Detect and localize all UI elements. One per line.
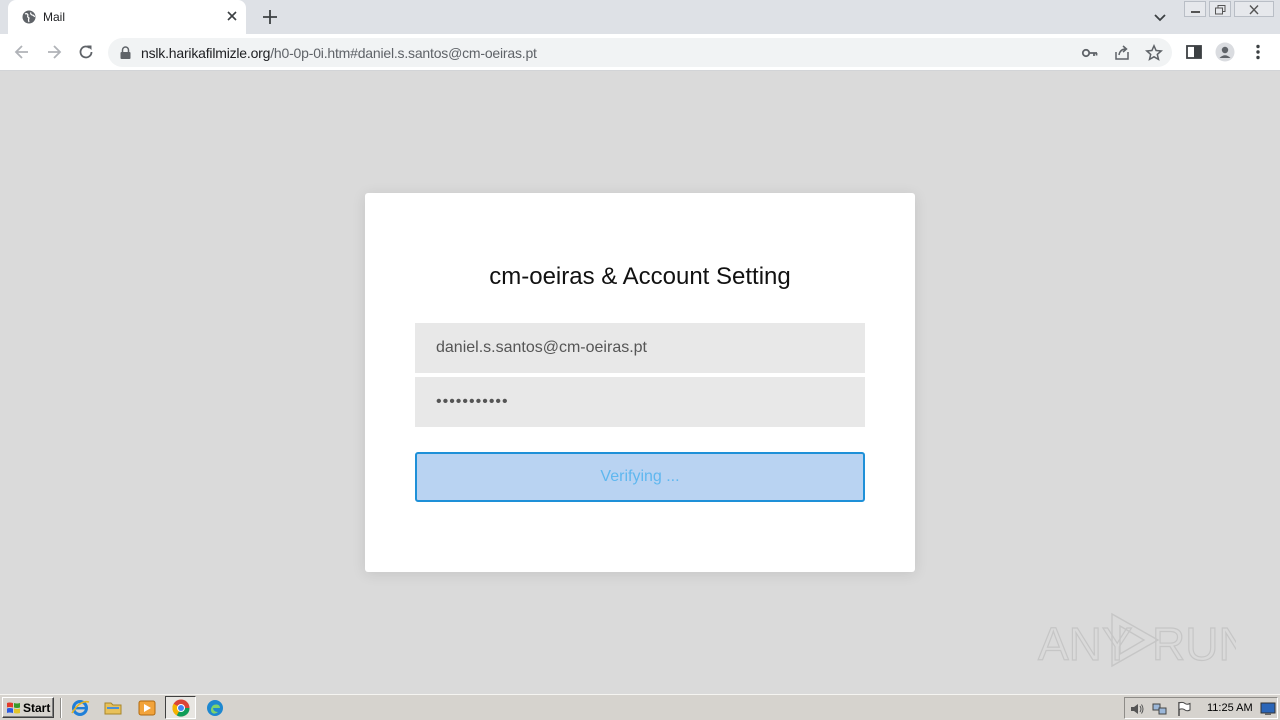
minimize-button[interactable] — [1184, 1, 1206, 17]
volume-icon[interactable] — [1129, 701, 1145, 717]
arrow-left-icon[interactable] — [12, 42, 32, 62]
flag-icon[interactable] — [1176, 701, 1192, 717]
internet-explorer-icon[interactable] — [70, 698, 90, 718]
reload-icon[interactable] — [76, 42, 96, 62]
page-title: cm-oeiras & Account Setting — [489, 263, 791, 290]
chrome-taskbar-button[interactable] — [165, 696, 196, 719]
arrow-right-icon[interactable] — [44, 42, 64, 62]
browser-tab[interactable]: Mail — [8, 0, 246, 34]
minimize-icon — [1191, 11, 1200, 13]
tab-strip: Mail — [0, 0, 1280, 34]
key-icon[interactable] — [1081, 44, 1099, 62]
chevron-down-icon[interactable] — [1152, 9, 1168, 25]
close-icon[interactable] — [224, 8, 240, 24]
anyrun-watermark: ANY RUN — [1037, 612, 1236, 671]
email-field[interactable] — [415, 323, 865, 373]
clock: 11:25 AM — [1207, 702, 1253, 714]
kebab-menu-icon[interactable] — [1248, 42, 1268, 62]
media-player-icon[interactable] — [137, 698, 157, 718]
explorer-folder-icon[interactable] — [103, 698, 123, 718]
globe-icon — [22, 10, 36, 24]
side-panel-icon[interactable] — [1184, 42, 1204, 62]
restore-button[interactable] — [1209, 1, 1231, 17]
share-icon[interactable] — [1113, 44, 1131, 62]
start-button[interactable]: Start — [2, 697, 54, 718]
start-label: Start — [23, 701, 51, 715]
lock-icon[interactable] — [120, 46, 131, 59]
chrome-icon — [172, 699, 190, 717]
url-path: /h0-0p-0i.htm#daniel.s.santos@cm-oeiras.… — [270, 45, 537, 61]
restore-icon — [1215, 5, 1226, 15]
network-icon[interactable] — [1152, 701, 1168, 717]
address-bar[interactable]: nslk.harikafilmizle.org/h0-0p-0i.htm#dan… — [108, 38, 1172, 67]
star-icon[interactable] — [1145, 44, 1163, 62]
windows-logo-icon — [7, 702, 20, 714]
system-tray: 11:25 AM — [1124, 697, 1278, 719]
close-icon — [1249, 5, 1259, 15]
taskbar: Start 11:25 AM — [0, 694, 1280, 720]
browser-toolbar: nslk.harikafilmizle.org/h0-0p-0i.htm#dan… — [0, 34, 1280, 71]
profile-icon[interactable] — [1215, 42, 1235, 62]
password-field[interactable] — [415, 377, 865, 427]
edge-icon[interactable] — [205, 698, 225, 718]
show-desktop-icon[interactable] — [1260, 701, 1276, 717]
tab-title: Mail — [43, 10, 66, 24]
plus-icon[interactable] — [260, 7, 280, 27]
watermark-text-right: RUN — [1152, 618, 1236, 670]
verify-button[interactable]: Verifying ... — [415, 452, 865, 502]
taskbar-separator — [60, 698, 62, 718]
url-text[interactable]: nslk.harikafilmizle.org/h0-0p-0i.htm#dan… — [141, 45, 537, 61]
url-host: nslk.harikafilmizle.org — [141, 45, 271, 61]
window-close-button[interactable] — [1234, 1, 1274, 17]
